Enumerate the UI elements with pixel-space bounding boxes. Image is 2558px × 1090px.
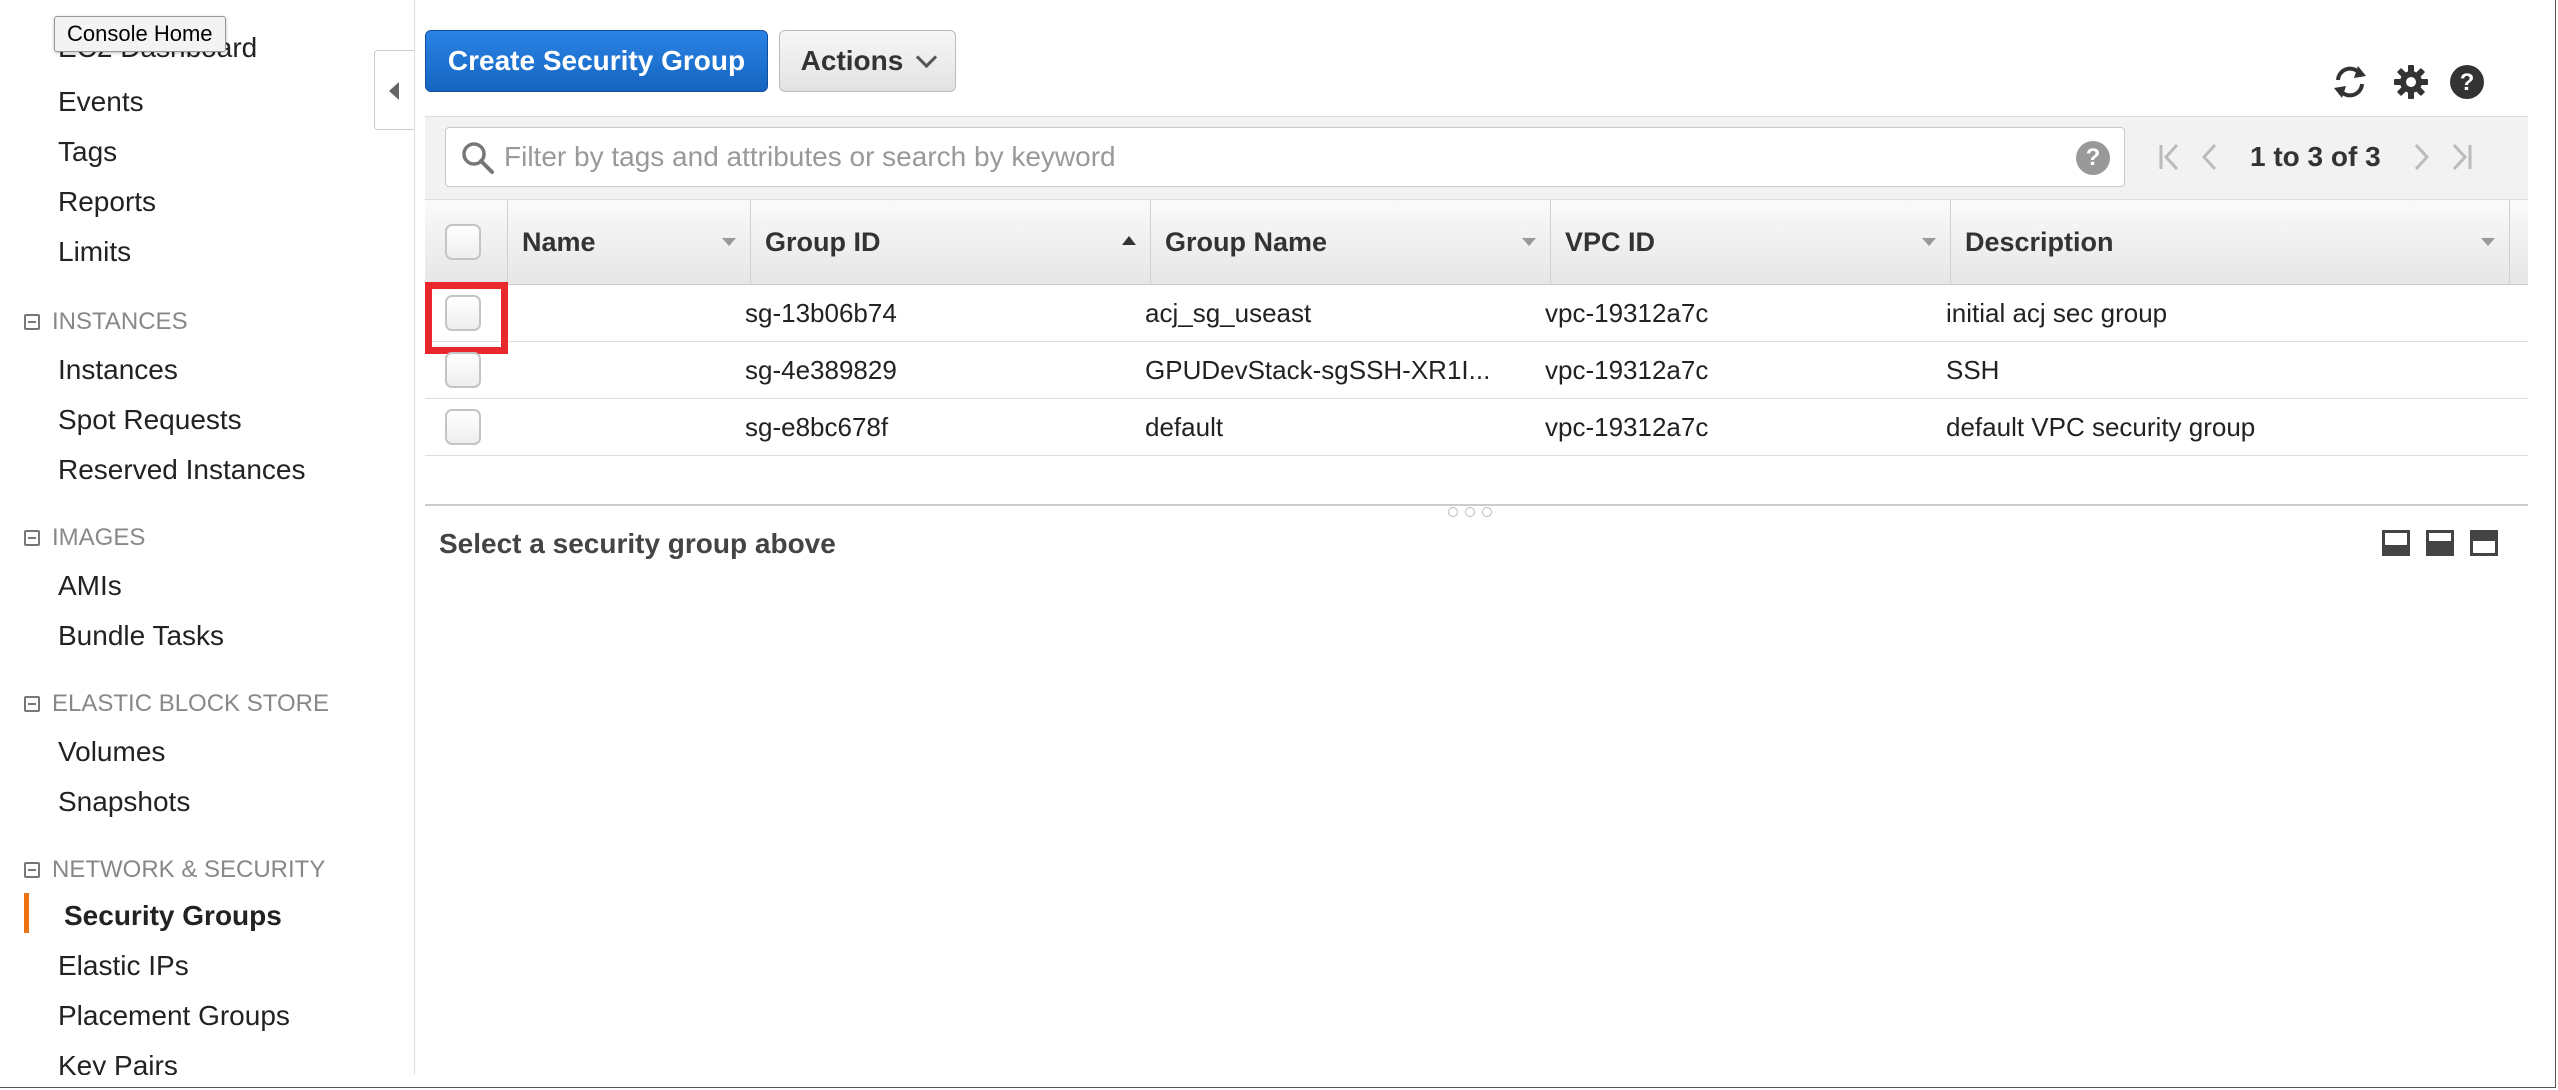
section-title: NETWORK & SECURITY (52, 856, 326, 883)
sidebar-item-snapshots[interactable]: Snapshots (58, 786, 190, 818)
cell-vpc-id: vpc-19312a7c (1545, 297, 1709, 328)
sidebar-item-reports[interactable]: Reports (58, 186, 156, 218)
help-icon[interactable]: ? (2447, 62, 2487, 102)
collapse-section-icon[interactable] (24, 530, 40, 546)
console-home-tooltip: Console Home (54, 16, 226, 52)
layout-top-icon[interactable] (2470, 530, 2498, 556)
column-label: Description (1965, 226, 2114, 257)
cell-group-name: acj_sg_useast (1145, 297, 1312, 328)
cell-description: initial acj sec group (1946, 297, 2168, 328)
active-indicator (24, 893, 29, 933)
sort-ascending-icon (1122, 236, 1136, 245)
section-network-security[interactable]: NETWORK & SECURITY (24, 856, 325, 884)
actions-dropdown-button[interactable]: Actions (779, 30, 956, 92)
column-header-group-name[interactable]: Group Name (1150, 200, 1550, 284)
row-select-cell (445, 399, 481, 455)
actions-label: Actions (800, 45, 904, 76)
sidebar: Console Home EC2 Dashboard Events Tags R… (0, 0, 415, 1075)
filter-help-icon[interactable]: ? (2076, 141, 2110, 175)
svg-text:?: ? (2460, 69, 2475, 96)
column-label: VPC ID (1565, 226, 1656, 257)
row-checkbox[interactable] (445, 352, 481, 388)
refresh-icon[interactable] (2330, 62, 2370, 102)
sidebar-item-limits[interactable]: Limits (58, 236, 131, 268)
sidebar-item-placement-groups[interactable]: Placement Groups (58, 1000, 290, 1032)
cell-group-name: default (1145, 411, 1224, 442)
column-header-group-id[interactable]: Group ID (750, 200, 1150, 284)
table-header: Name Group ID Group Name VPC ID Descript… (425, 200, 2528, 285)
section-title: INSTANCES (52, 308, 188, 335)
select-all-cell (425, 200, 507, 284)
sidebar-item-volumes[interactable]: Volumes (58, 736, 165, 768)
sidebar-item-instances[interactable]: Instances (58, 354, 178, 386)
chevron-down-icon (916, 46, 938, 68)
cell-name (521, 399, 741, 455)
select-all-checkbox[interactable] (445, 224, 481, 260)
row-checkbox[interactable] (445, 409, 481, 445)
gear-icon[interactable] (2391, 62, 2431, 102)
resize-handle[interactable] (1448, 507, 1492, 517)
column-label: Group Name (1165, 226, 1328, 257)
table-row[interactable]: sg-e8bc678f default vpc-19312a7c default… (425, 399, 2528, 456)
row-select-cell (445, 342, 481, 398)
pagination: 1 to 3 of 3 (2150, 135, 2481, 179)
cell-group-id: sg-4e389829 (745, 354, 897, 385)
cell-group-id: sg-13b06b74 (745, 297, 897, 328)
first-page-icon[interactable] (2150, 137, 2190, 177)
sidebar-item-reserved-instances[interactable]: Reserved Instances (58, 454, 305, 486)
cell-description: default VPC security group (1946, 411, 2256, 442)
search-input[interactable] (502, 134, 2046, 180)
collapse-section-icon[interactable] (24, 862, 40, 878)
cell-description: SSH (1946, 354, 2000, 385)
sidebar-item-spot-requests[interactable]: Spot Requests (58, 404, 242, 436)
cell-group-id: sg-e8bc678f (745, 411, 889, 442)
sort-icon (1522, 238, 1536, 246)
section-title: IMAGES (52, 524, 146, 551)
layout-bottom-icon[interactable] (2382, 530, 2410, 556)
column-label: Name (522, 226, 596, 257)
sidebar-item-tags[interactable]: Tags (58, 136, 117, 168)
column-header-description[interactable]: Description (1950, 200, 2510, 284)
layout-split-icon[interactable] (2426, 530, 2454, 556)
next-page-icon[interactable] (2401, 137, 2441, 177)
section-title: ELASTIC BLOCK STORE (52, 690, 329, 717)
table-row[interactable]: sg-13b06b74 acj_sg_useast vpc-19312a7c i… (425, 282, 2528, 354)
security-groups-table: Name Group ID Group Name VPC ID Descript… (425, 200, 2528, 456)
detail-pane-title: Select a security group above (439, 528, 836, 559)
pager-text: 1 to 3 of 3 (2250, 141, 2381, 172)
sidebar-item-amis[interactable]: AMIs (58, 570, 122, 602)
cell-vpc-id: vpc-19312a7c (1545, 354, 1709, 385)
collapse-section-icon[interactable] (24, 314, 40, 330)
sidebar-item-events[interactable]: Events (58, 86, 144, 118)
sidebar-item-bundle-tasks[interactable]: Bundle Tasks (58, 620, 224, 652)
sort-icon (2481, 238, 2495, 246)
sidebar-item-security-groups[interactable]: Security Groups (64, 900, 282, 932)
section-instances[interactable]: INSTANCES (24, 308, 188, 336)
section-elastic-block-store[interactable]: ELASTIC BLOCK STORE (24, 690, 329, 718)
main-content: Create Security Group Actions ? Filter b… (425, 0, 2550, 1075)
table-row[interactable]: sg-4e389829 GPUDevStack-sgSSH-XR1I... vp… (425, 342, 2528, 399)
search-box[interactable]: ? (445, 127, 2125, 187)
pane-layout-controls (2382, 530, 2498, 556)
sort-icon (722, 238, 736, 246)
create-security-group-button[interactable]: Create Security Group (425, 30, 768, 92)
previous-page-icon[interactable] (2190, 137, 2230, 177)
cell-vpc-id: vpc-19312a7c (1545, 411, 1709, 442)
filter-bar: ? 1 to 3 of 3 (425, 116, 2528, 200)
cell-group-name: GPUDevStack-sgSSH-XR1I... (1145, 354, 1491, 385)
search-icon (462, 142, 494, 174)
sidebar-item-elastic-ips[interactable]: Elastic IPs (58, 950, 189, 982)
section-images[interactable]: IMAGES (24, 524, 145, 552)
pane-divider[interactable] (425, 504, 2528, 506)
sidebar-item-key-pairs[interactable]: Key Pairs (58, 1050, 178, 1075)
sort-icon (1922, 238, 1936, 246)
column-header-name[interactable]: Name (507, 200, 750, 284)
column-header-vpc-id[interactable]: VPC ID (1550, 200, 1950, 284)
last-page-icon[interactable] (2441, 137, 2481, 177)
cell-name (521, 285, 741, 341)
cell-name (521, 342, 741, 398)
collapse-section-icon[interactable] (24, 696, 40, 712)
column-label: Group ID (765, 226, 881, 257)
collapse-sidebar-button[interactable] (374, 50, 414, 130)
